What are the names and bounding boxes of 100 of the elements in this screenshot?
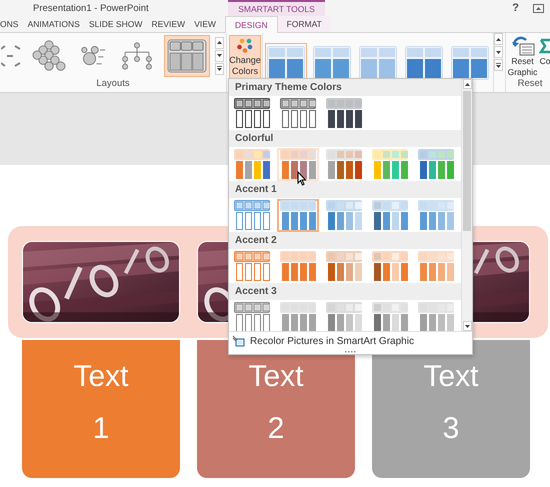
scrollbar-thumb[interactable] bbox=[463, 91, 471, 231]
gallery-more-button[interactable] bbox=[494, 59, 503, 71]
color-option[interactable] bbox=[323, 96, 365, 130]
section-header: Primary Theme Colors bbox=[229, 79, 461, 96]
color-scheme-icon bbox=[234, 251, 270, 281]
shape-text: Text bbox=[423, 360, 479, 394]
color-scheme-icon bbox=[372, 251, 408, 281]
recolor-pictures-item[interactable]: Recolor Pictures in SmartArt Graphic bbox=[232, 335, 414, 347]
reset-button[interactable]: Reset Graphic bbox=[507, 36, 538, 78]
ribbon-tab[interactable]: ONS bbox=[0, 16, 22, 32]
color-scheme-icon bbox=[326, 149, 362, 179]
color-scheme-icon bbox=[372, 149, 408, 179]
section-header: Accent 1 bbox=[229, 181, 461, 198]
gallery-up-button[interactable] bbox=[494, 33, 503, 45]
gallery-more-button[interactable] bbox=[215, 62, 224, 74]
color-option[interactable] bbox=[231, 250, 273, 282]
color-option[interactable] bbox=[277, 300, 319, 331]
more-icon bbox=[496, 62, 501, 68]
ribbon-tab[interactable]: ANIMATIONS bbox=[24, 16, 83, 32]
color-scheme-icon bbox=[418, 149, 454, 179]
style-preview-icon bbox=[267, 46, 305, 80]
color-option[interactable] bbox=[415, 250, 457, 282]
color-scheme-icon bbox=[280, 251, 316, 281]
hexagon-cluster-icon bbox=[32, 40, 66, 72]
color-scheme-icon bbox=[280, 149, 316, 179]
shape-number: 2 bbox=[268, 412, 284, 446]
arrow-up-icon bbox=[464, 82, 470, 86]
arrow-up-icon bbox=[217, 41, 222, 44]
color-option[interactable] bbox=[323, 148, 365, 180]
arrow-down-icon bbox=[217, 54, 222, 57]
color-option[interactable] bbox=[231, 96, 273, 130]
style-preview-icon bbox=[405, 46, 443, 80]
color-option[interactable] bbox=[323, 198, 365, 232]
color-option[interactable] bbox=[369, 198, 411, 232]
hierarchy-icon bbox=[120, 42, 154, 70]
ribbon-tab[interactable]: REVIEW bbox=[148, 16, 188, 32]
color-option[interactable] bbox=[323, 250, 365, 282]
window-title: Presentation1 - PowerPoint bbox=[32, 2, 150, 14]
color-option[interactable] bbox=[323, 300, 365, 331]
color-scheme-icon bbox=[418, 251, 454, 281]
color-option[interactable] bbox=[369, 250, 411, 282]
section-header: Accent 2 bbox=[229, 232, 461, 249]
arrow-down-icon bbox=[496, 50, 501, 54]
color-scheme-icon bbox=[326, 200, 362, 230]
shape-number: 1 bbox=[92, 412, 110, 446]
color-scheme-icon bbox=[234, 149, 270, 179]
style-preview-icon bbox=[359, 46, 397, 80]
more-icon bbox=[217, 66, 222, 71]
group-label: Reset bbox=[516, 78, 544, 91]
color-option[interactable] bbox=[369, 300, 411, 331]
ribbon-tab[interactable]: DESIGN bbox=[225, 16, 278, 33]
ribbon-tab[interactable]: FORMAT bbox=[278, 16, 331, 32]
color-scheme-icon bbox=[372, 200, 408, 230]
color-scheme-icon bbox=[326, 251, 362, 281]
contextual-tab-header: SMARTART TOOLS bbox=[228, 0, 325, 16]
recolor-icon bbox=[232, 335, 245, 347]
gallery-down-button[interactable] bbox=[215, 50, 224, 62]
pointer-icon bbox=[297, 171, 307, 186]
color-option[interactable] bbox=[277, 198, 319, 232]
ribbon-tab[interactable]: SLIDE SHOW bbox=[86, 16, 146, 32]
reset-graphic-icon bbox=[510, 36, 534, 56]
help-button[interactable]: ? bbox=[512, 2, 519, 14]
arrow-up-icon bbox=[496, 38, 501, 40]
ribbon-tab[interactable]: VIEW bbox=[191, 16, 219, 32]
scroll-up-button[interactable] bbox=[462, 79, 472, 89]
style-preview-icon bbox=[313, 46, 351, 80]
color-scheme-icon bbox=[280, 98, 316, 128]
color-option[interactable] bbox=[231, 198, 273, 232]
color-scheme-icon bbox=[234, 200, 270, 230]
color-option[interactable] bbox=[369, 148, 411, 180]
color-option[interactable] bbox=[231, 148, 273, 180]
arrow-down-icon bbox=[464, 324, 470, 328]
shape-number: 3 bbox=[442, 412, 460, 446]
color-option[interactable] bbox=[277, 96, 319, 130]
gallery-up-button[interactable] bbox=[215, 36, 224, 48]
color-scheme-icon bbox=[418, 200, 454, 230]
shape-text: Text bbox=[248, 360, 304, 394]
color-option[interactable] bbox=[277, 250, 319, 282]
color-option[interactable] bbox=[415, 300, 457, 331]
bracket-icon bbox=[1, 42, 21, 68]
resize-grip-icon[interactable] bbox=[344, 350, 356, 353]
color-dots-icon bbox=[236, 37, 254, 55]
color-option[interactable] bbox=[415, 148, 457, 180]
section-header: Accent 3 bbox=[229, 283, 461, 300]
color-option[interactable] bbox=[231, 300, 273, 331]
scroll-down-button[interactable] bbox=[462, 321, 472, 331]
color-scheme-icon bbox=[280, 200, 316, 230]
change-colors-button[interactable]: Change Colors bbox=[229, 35, 261, 79]
convert-button[interactable]: Co bbox=[539, 36, 550, 67]
color-option[interactable] bbox=[415, 198, 457, 232]
color-scheme-icon bbox=[326, 98, 362, 128]
restore-icon[interactable] bbox=[533, 4, 544, 12]
group-label: Layouts bbox=[95, 78, 131, 91]
convert-icon bbox=[539, 36, 550, 56]
layout-option[interactable] bbox=[164, 34, 210, 76]
section-header: Colorful bbox=[229, 130, 461, 147]
color-scheme-icon bbox=[234, 98, 270, 128]
gallery-down-button[interactable] bbox=[494, 46, 503, 58]
picture-list-icon bbox=[167, 38, 207, 72]
shape-text: Text bbox=[73, 360, 129, 394]
